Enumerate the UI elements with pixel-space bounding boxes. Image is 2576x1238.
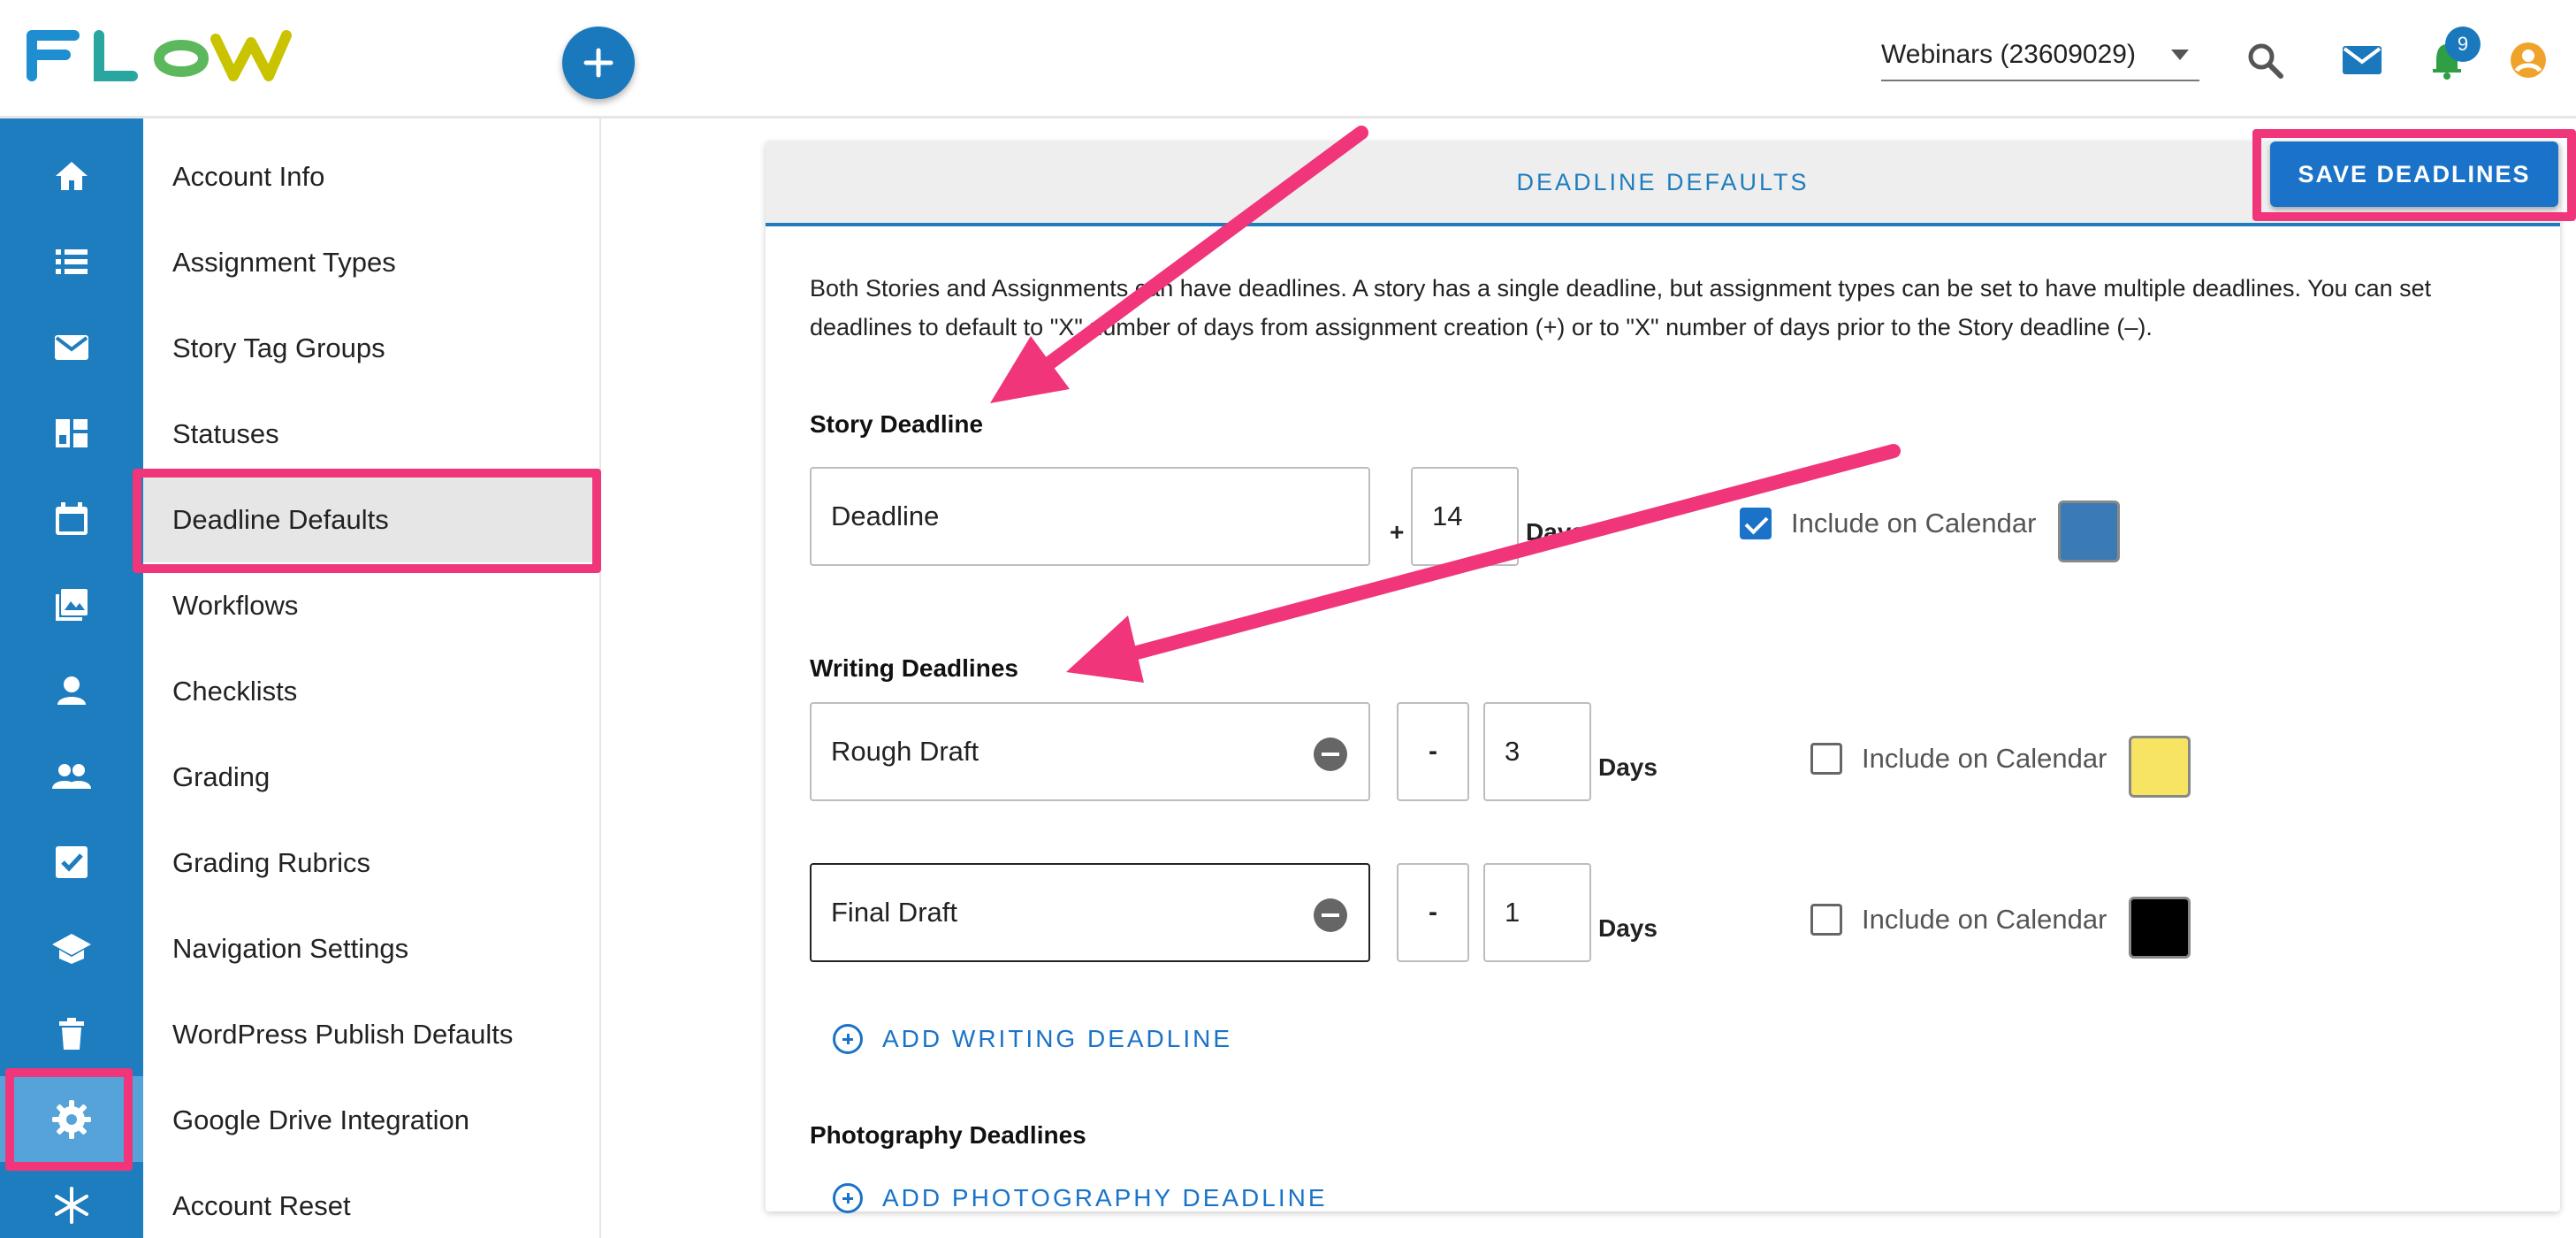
rough-draft-name-value: Rough Draft (831, 736, 979, 767)
sidebar-item-checklists[interactable]: Checklists (143, 648, 601, 734)
rough-draft-include-calendar-checkbox[interactable] (1810, 743, 1842, 775)
add-photography-deadline-button[interactable]: ADD PHOTOGRAPHY DEADLINE (833, 1183, 1328, 1213)
rough-draft-sign[interactable]: - (1397, 702, 1469, 801)
sidebar-item-navigation-settings[interactable]: Navigation Settings (143, 906, 601, 991)
add-photography-deadline-label: ADD PHOTOGRAPHY DEADLINE (882, 1184, 1328, 1211)
rough-draft-days-value: 3 (1505, 736, 1520, 767)
story-include-calendar-checkbox[interactable] (1740, 508, 1772, 539)
story-deadline-name-value: Deadline (831, 501, 940, 531)
final-draft-sign[interactable]: - (1397, 863, 1469, 962)
final-draft-name-value: Final Draft (831, 897, 957, 928)
sidebar-item-grading-rubrics[interactable]: Grading Rubrics (143, 820, 601, 906)
remove-circle-icon[interactable] (1314, 898, 1347, 932)
sidebar-item-google-drive-integration[interactable]: Google Drive Integration (143, 1077, 601, 1163)
add-writing-deadline-button[interactable]: ADD WRITING DEADLINE (833, 1024, 1232, 1054)
school-icon (52, 933, 91, 964)
notification-count-badge: 9 (2445, 27, 2481, 62)
sidebar-item-account-info[interactable]: Account Info (143, 134, 601, 219)
rail-trash[interactable] (0, 990, 143, 1076)
rail-school[interactable] (0, 905, 143, 990)
rough-draft-days-label: Days (1598, 753, 1658, 781)
add-circle-icon (833, 1183, 863, 1213)
final-draft-days-input[interactable]: 1 (1483, 863, 1591, 962)
final-draft-color-swatch[interactable] (2129, 897, 2191, 959)
final-draft-days-label: Days (1598, 914, 1658, 942)
group-icon (52, 763, 91, 789)
rail-home[interactable] (0, 133, 143, 218)
photo-library-icon (56, 588, 88, 621)
add-writing-deadline-label: ADD WRITING DEADLINE (882, 1025, 1233, 1052)
settings-sidebar: Account Info Assignment Types Story Tag … (143, 118, 601, 1238)
rough-draft-include-calendar-label: Include on Calendar (1862, 743, 2107, 774)
deadline-defaults-highlight (133, 469, 601, 573)
app-root: Webinars (23609029) 9 Account Info Assig… (0, 0, 2576, 1238)
rail-dashboard[interactable] (0, 390, 143, 476)
rail-list[interactable] (0, 218, 143, 304)
deadline-description: Both Stories and Assignments can have de… (810, 275, 2432, 340)
search-icon[interactable] (2245, 41, 2284, 80)
rough-draft-days-input[interactable]: 3 (1483, 702, 1591, 801)
final-draft-include-calendar-label: Include on Calendar (1862, 904, 2107, 935)
writing-deadlines-title: Writing Deadlines (810, 654, 1018, 682)
story-deadline-sign: + (1390, 518, 1405, 546)
person-icon (57, 676, 86, 705)
sidebar-item-wordpress-publish-defaults[interactable]: WordPress Publish Defaults (143, 991, 601, 1077)
settings-highlight (5, 1068, 133, 1171)
list-icon (56, 248, 88, 274)
story-color-swatch[interactable] (2058, 501, 2120, 562)
rail-group[interactable] (0, 733, 143, 819)
trash-icon (59, 1017, 84, 1050)
mail-icon (55, 334, 88, 360)
organization-select[interactable]: Webinars (23609029) (1881, 30, 2199, 81)
dashboard-icon (56, 418, 88, 447)
rough-draft-color-swatch[interactable] (2129, 736, 2191, 798)
home-icon (56, 161, 88, 190)
sidebar-item-grading[interactable]: Grading (143, 734, 601, 820)
organization-select-value: Webinars (23609029) (1881, 40, 2136, 69)
remove-circle-icon[interactable] (1314, 737, 1347, 771)
sidebar-item-assignment-types[interactable]: Assignment Types (143, 219, 601, 305)
chevron-down-icon (2171, 50, 2189, 60)
checkbox-icon (56, 845, 88, 878)
add-circle-icon (833, 1024, 863, 1054)
rail-snowflake[interactable] (0, 1162, 143, 1238)
account-circle-icon[interactable] (2509, 41, 2548, 80)
save-button-highlight (2252, 129, 2576, 221)
rough-draft-name-field[interactable]: Rough Draft (810, 702, 1370, 801)
story-deadline-days-label: Days (1526, 518, 1585, 546)
mail-icon[interactable] (2341, 41, 2383, 80)
final-draft-include-calendar-checkbox[interactable] (1810, 904, 1842, 936)
flow-logo-icon[interactable] (27, 23, 292, 94)
sidebar-item-workflows[interactable]: Workflows (143, 562, 601, 648)
plus-icon (583, 48, 614, 78)
rail-tasks[interactable] (0, 819, 143, 905)
photography-deadlines-title: Photography Deadlines (810, 1121, 1086, 1149)
sidebar-item-story-tag-groups[interactable]: Story Tag Groups (143, 305, 601, 391)
calendar-icon (56, 501, 88, 535)
rail-person[interactable] (0, 647, 143, 733)
story-deadline-title: Story Deadline (810, 410, 984, 438)
sidebar-item-account-reset[interactable]: Account Reset (143, 1163, 601, 1238)
add-button[interactable] (562, 27, 635, 99)
final-draft-days-value: 1 (1505, 897, 1520, 928)
rail-calendar[interactable] (0, 476, 143, 562)
story-deadline-days-input[interactable]: 14 (1411, 467, 1519, 566)
final-draft-name-field[interactable]: Final Draft (810, 863, 1370, 962)
top-bar: Webinars (23609029) 9 (0, 0, 2576, 118)
story-deadline-name-field[interactable]: Deadline (810, 467, 1370, 566)
snowflake-icon (55, 1186, 88, 1224)
story-include-calendar-label: Include on Calendar (1791, 508, 2037, 539)
sidebar-item-statuses[interactable]: Statuses (143, 391, 601, 477)
rail-photos[interactable] (0, 562, 143, 647)
tab-deadline-defaults[interactable]: DEADLINE DEFAULTS (1516, 169, 1809, 196)
rail-mail[interactable] (0, 304, 143, 390)
story-deadline-days-value: 14 (1432, 501, 1463, 531)
